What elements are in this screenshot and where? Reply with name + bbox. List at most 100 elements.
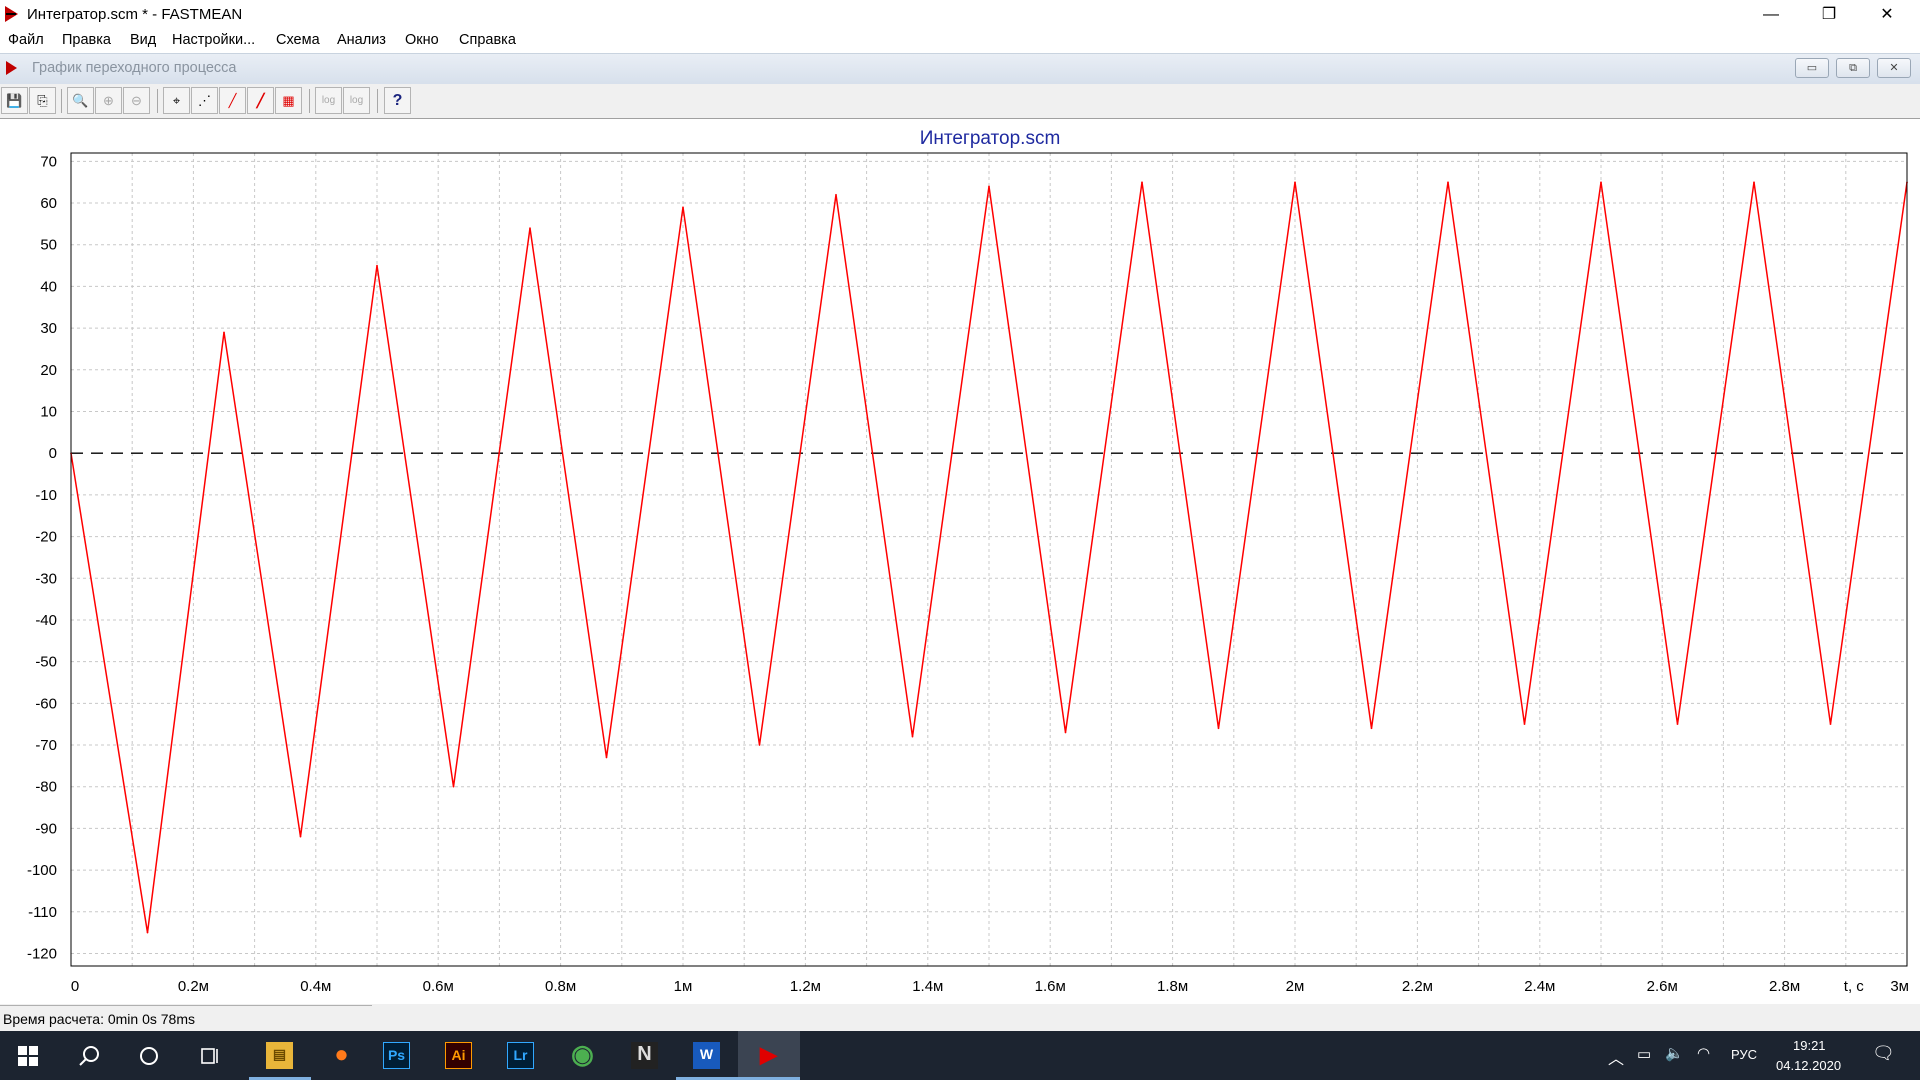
taskbar-app-word[interactable]: W: [676, 1031, 738, 1080]
x-tick-label: 2.4м: [1524, 978, 1555, 995]
windows-taskbar: ▤ ● Ps Ai Lr ◉ N W ▶ ︿ ▭ 🔈 ◠ РУС 19:21 0…: [0, 1031, 1920, 1080]
notifications-icon[interactable]: 🗨: [1872, 1043, 1895, 1064]
child-restore-button[interactable]: ⧉: [1836, 58, 1870, 78]
taskbar-app-photoshop[interactable]: Ps: [366, 1031, 428, 1080]
series-point: [1523, 723, 1526, 725]
y-tick-label: -120: [27, 945, 57, 962]
series-point: [1370, 727, 1373, 730]
y-tick-label: 30: [40, 320, 57, 337]
taskbar-app-explorer[interactable]: ▤: [249, 1031, 311, 1080]
volume-icon[interactable]: 🔈: [1665, 1044, 1684, 1062]
zoom-out-button[interactable]: ⊖: [123, 87, 150, 114]
series-point: [1217, 727, 1220, 730]
series-point: [299, 835, 302, 838]
x-tick-label: 1.8м: [1157, 978, 1188, 995]
log-x-icon: log: [321, 95, 336, 106]
save-button[interactable]: 💾: [1, 87, 28, 114]
menu-settings[interactable]: Настройки...: [172, 32, 255, 48]
series-point: [988, 185, 990, 188]
y-tick-label: -80: [35, 779, 57, 796]
zoom-in-button[interactable]: ⊕: [95, 87, 122, 114]
child-minimize-button[interactable]: ▭: [1795, 58, 1829, 78]
taskbar-app-fastmean[interactable]: ▶: [738, 1031, 800, 1080]
x-tick-label: 0.4м: [300, 978, 331, 995]
y-tick-label: 10: [40, 403, 57, 420]
series-point: [223, 331, 225, 334]
window-close-button[interactable]: ✕: [1858, 0, 1916, 29]
window-restore-button[interactable]: ❐: [1800, 0, 1858, 29]
y-tick-label: -70: [35, 737, 57, 754]
line-button[interactable]: ╱: [219, 87, 246, 114]
menu-analysis[interactable]: Анализ: [337, 32, 386, 48]
taskbar-app-lightroom[interactable]: Lr: [490, 1031, 552, 1080]
zoom-in-icon: ⊕: [103, 93, 114, 108]
clock-time[interactable]: 19:21: [1793, 1038, 1826, 1053]
x-tick-label: 2.2м: [1402, 978, 1433, 995]
search-icon[interactable]: [78, 1045, 100, 1067]
y-tick-label: 40: [40, 278, 57, 295]
toolbar-separator: [157, 89, 158, 113]
y-tick-label: -30: [35, 570, 57, 587]
help-button[interactable]: ?: [384, 87, 411, 114]
taskbar-app-illustrator[interactable]: Ai: [428, 1031, 490, 1080]
zoom-icon: 🔍: [72, 93, 89, 108]
window-title: Интегратор.scm * - FASTMEAN: [27, 6, 243, 23]
series-point: [835, 193, 837, 196]
x-tick-label: 1.2м: [790, 978, 821, 995]
wifi-icon[interactable]: ◠: [1697, 1044, 1710, 1062]
marker-icon: ⌖: [172, 93, 181, 108]
taskbar-app-notion[interactable]: N: [614, 1031, 676, 1080]
menu-help[interactable]: Справка: [459, 32, 516, 48]
task-view-icon[interactable]: [199, 1045, 221, 1067]
thick-line-button[interactable]: ╱: [247, 87, 274, 114]
tray-overflow-icon[interactable]: ︿: [1608, 1045, 1624, 1069]
menu-window[interactable]: Окно: [405, 32, 439, 48]
log-x-button[interactable]: log: [315, 87, 342, 114]
y-tick-label: -40: [35, 612, 57, 629]
menu-schema[interactable]: Схема: [276, 32, 320, 48]
photoshop-icon: Ps: [383, 1042, 410, 1069]
y-tick-label: -60: [35, 695, 57, 712]
series-point: [146, 931, 149, 934]
cortana-icon[interactable]: [138, 1045, 160, 1067]
language-indicator[interactable]: РУС: [1731, 1047, 1757, 1062]
battery-icon[interactable]: ▭: [1637, 1045, 1651, 1063]
menu-view[interactable]: Вид: [130, 32, 156, 48]
series-point: [1064, 731, 1067, 734]
series-point: [1141, 181, 1143, 183]
log-y-button[interactable]: log: [343, 87, 370, 114]
notion-icon: N: [631, 1042, 658, 1069]
x-tick-label: 1.4м: [912, 978, 943, 995]
series-point: [1676, 723, 1679, 725]
transient-chart[interactable]: Интегратор.scm 70 60 50 40 30 20 10 0 -10 -20 -30 -…: [0, 119, 1920, 1003]
chart-axes: 70 60 50 40 30 20 10 0 -10 -20 -30 -40 -50 -60 -70 -80 -…: [27, 153, 1909, 995]
child-close-button[interactable]: ✕: [1877, 58, 1911, 78]
line-points-button[interactable]: ⋰: [191, 87, 218, 114]
copy-button[interactable]: ⎘: [29, 87, 56, 114]
series-point: [529, 227, 531, 229]
zoom-button[interactable]: 🔍: [67, 87, 94, 114]
series-point: [1294, 181, 1296, 183]
series-point: [605, 756, 608, 759]
x-tick-label: 2.6м: [1647, 978, 1678, 995]
log-y-icon: log: [349, 95, 364, 106]
series-point: [758, 744, 761, 746]
taskbar-app-yandex[interactable]: ●: [311, 1031, 373, 1080]
title-bar: Интегратор.scm * - FASTMEAN — ❐ ✕: [0, 0, 1920, 29]
x-tick-label: 2.8м: [1769, 978, 1800, 995]
window-minimize-button[interactable]: —: [1742, 0, 1800, 29]
y-tick-label: 0: [49, 445, 57, 462]
menu-edit[interactable]: Правка: [62, 32, 111, 48]
clock-date[interactable]: 04.12.2020: [1776, 1058, 1841, 1073]
calc-time-status: Время расчета: 0min 0s 78ms: [3, 1011, 196, 1027]
thick-line-icon: ╱: [256, 93, 265, 108]
windows-start-icon[interactable]: [18, 1046, 38, 1066]
marker-button[interactable]: ⌖: [163, 87, 190, 114]
menu-bar: Файл Правка Вид Настройки... Схема Анали…: [0, 29, 1920, 53]
menu-file[interactable]: Файл: [8, 32, 44, 48]
taskbar-app-chrome[interactable]: ◉: [552, 1031, 614, 1080]
grid-button[interactable]: ▦: [275, 87, 302, 114]
y-tick-label: -20: [35, 529, 57, 546]
y-tick-label: -50: [35, 654, 57, 671]
y-tick-label: -90: [35, 820, 57, 837]
